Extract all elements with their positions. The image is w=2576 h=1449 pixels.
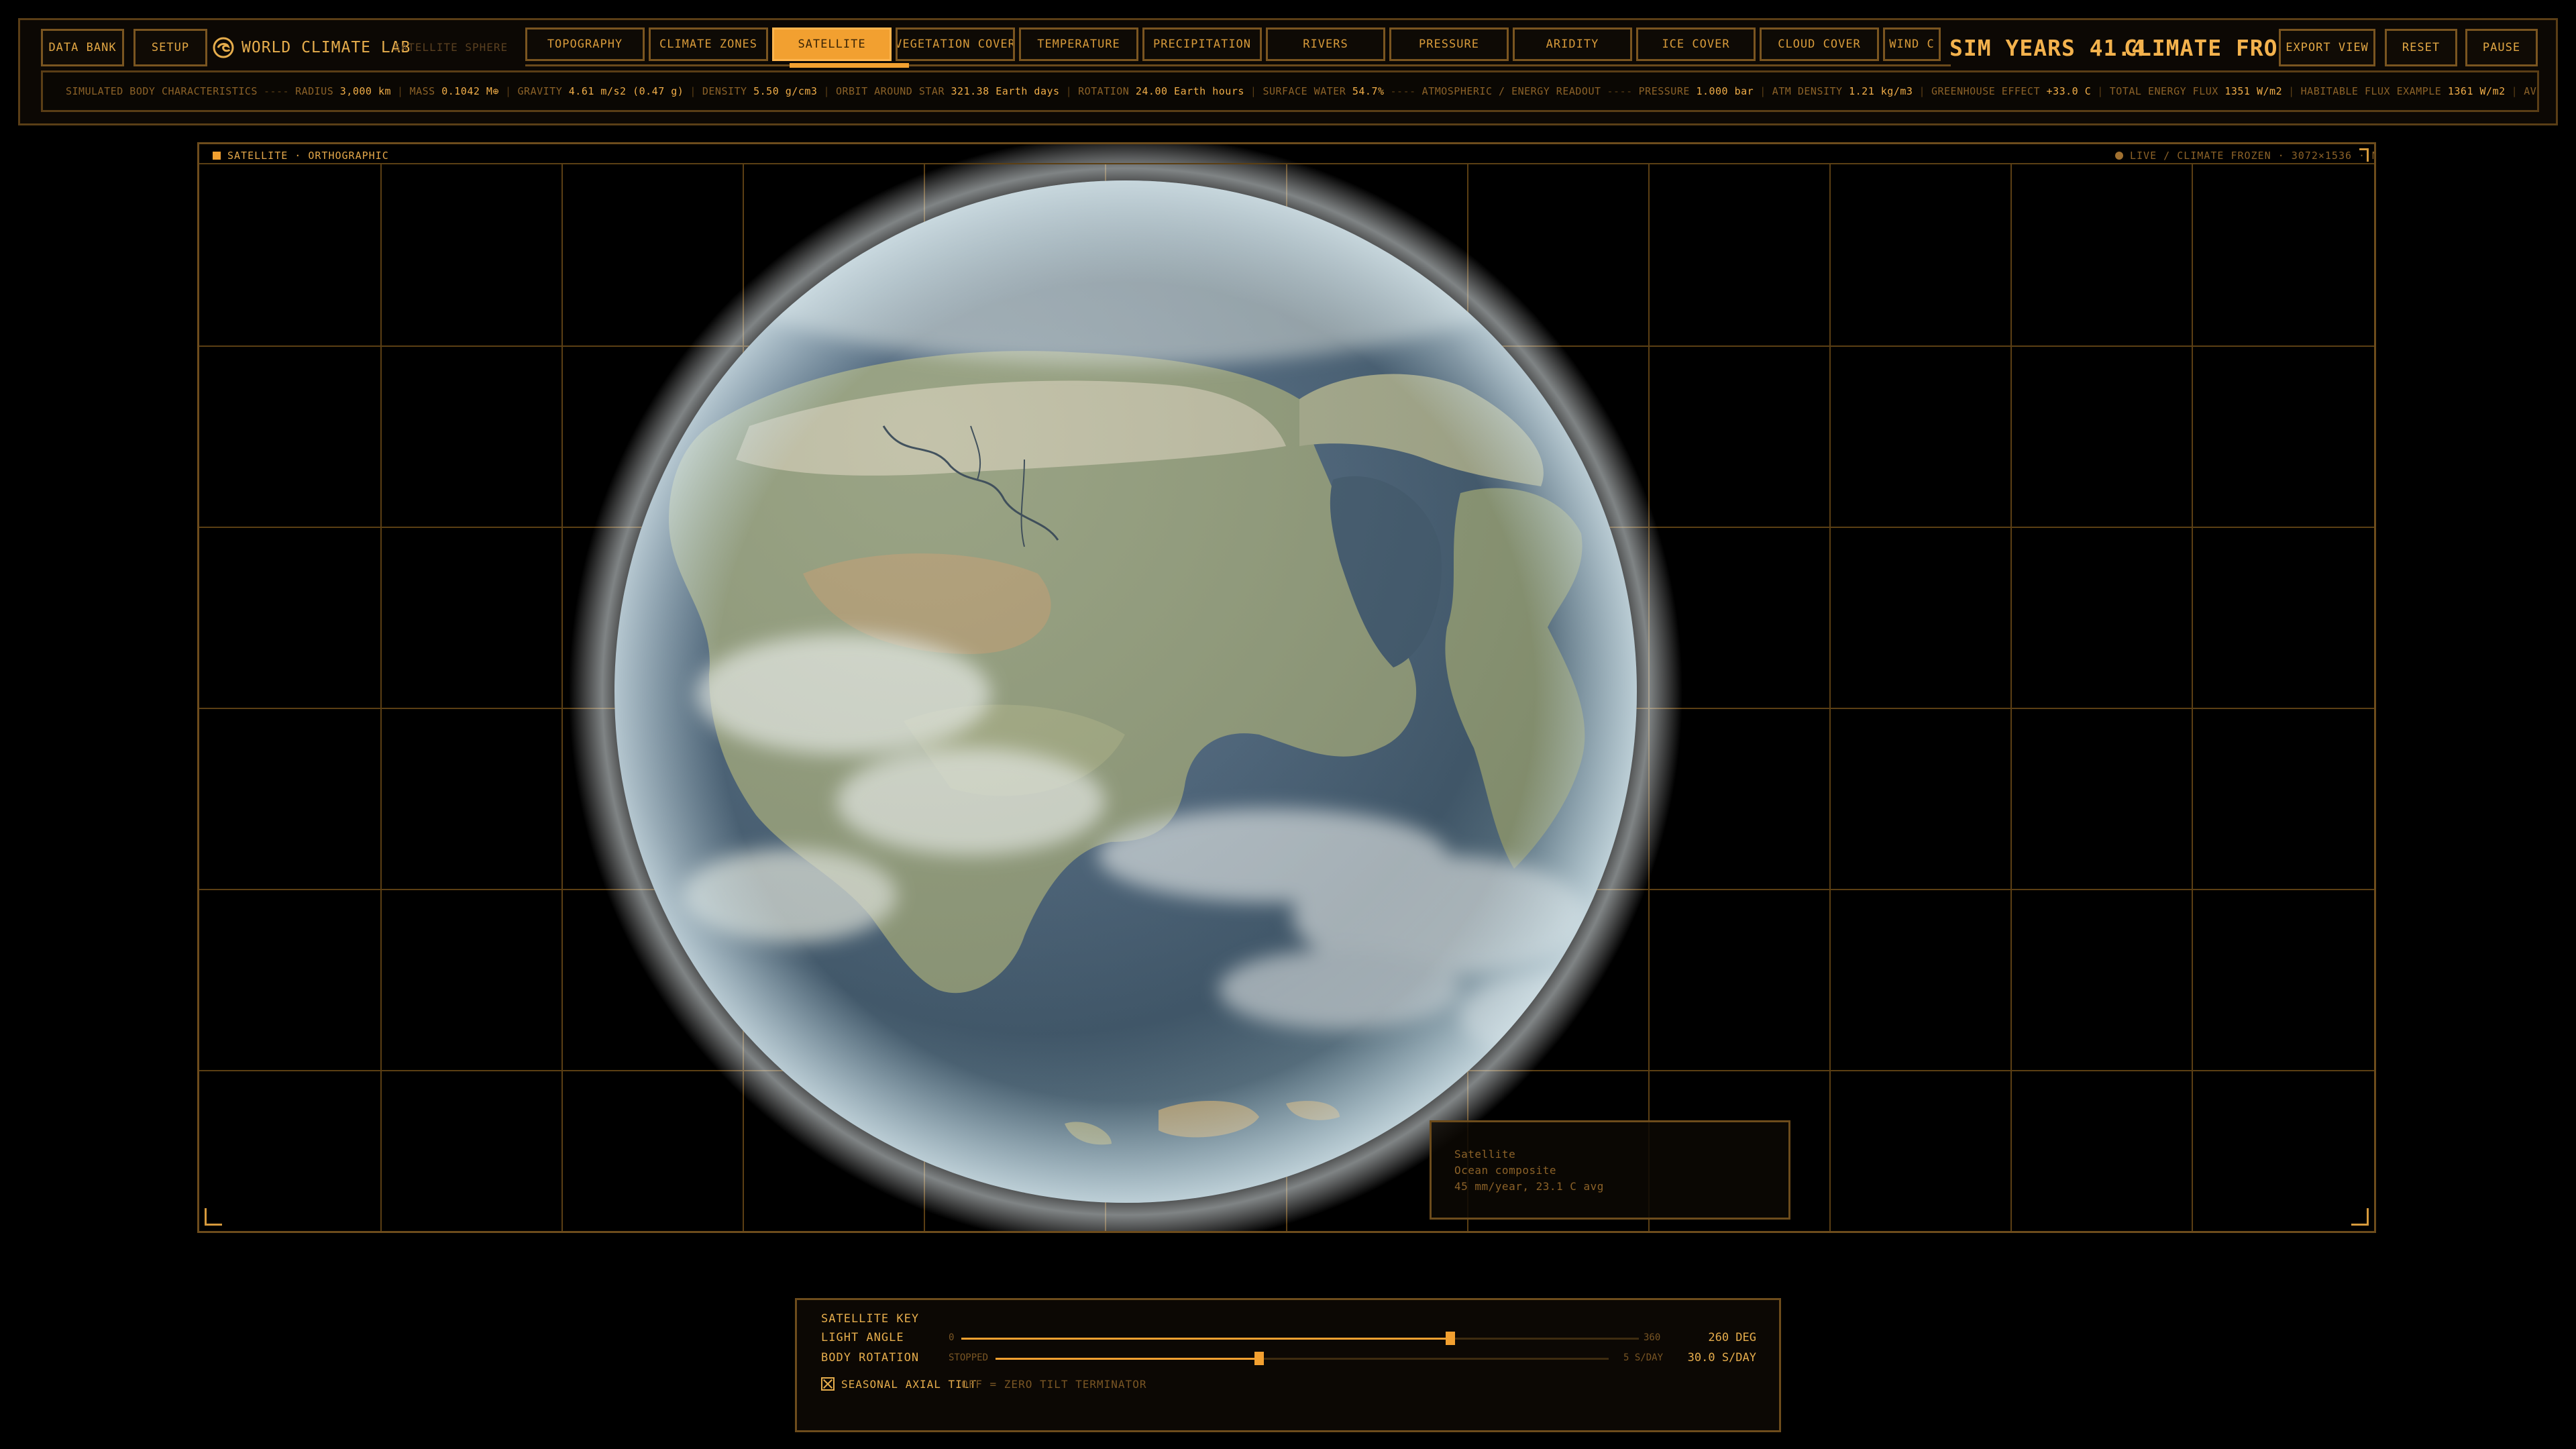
rotation-value: 24.00 Earth hours xyxy=(1135,85,1244,97)
light-angle-slider[interactable] xyxy=(961,1332,1639,1345)
habitable-flux-value: 1361 W/m2 xyxy=(2447,85,2506,97)
live-status-icon xyxy=(2115,152,2123,160)
energy-flux-label: TOTAL ENERGY FLUX xyxy=(2109,85,2218,97)
light-angle-value: 260 DEG xyxy=(1708,1331,1756,1344)
greenhouse-label: GREENHOUSE EFFECT xyxy=(1931,85,2040,97)
body-rotation-max: 5 S/DAY xyxy=(1623,1352,1664,1363)
tab-aridity[interactable]: ARIDITY xyxy=(1513,28,1632,61)
tab-precipitation[interactable]: PRECIPITATION xyxy=(1142,28,1262,61)
probe-info-box: Satellite Ocean composite 45 mm/year, 23… xyxy=(1430,1120,1790,1220)
corner-bracket-bottom-left xyxy=(205,1208,222,1226)
avg-temp-label: AVERAGE SURFACE TEMP xyxy=(2524,85,2537,97)
body-rotation-slider[interactable] xyxy=(996,1352,1609,1365)
surface-water-label: SURFACE WATER xyxy=(1263,85,1346,97)
radius-label: RADIUS xyxy=(295,85,334,97)
tab-topography[interactable]: TOPOGRAPHY xyxy=(525,28,645,61)
tab-pressure[interactable]: PRESSURE xyxy=(1389,28,1509,61)
data-bank-button[interactable]: DATA BANK xyxy=(41,29,124,66)
globe-swirl-icon xyxy=(213,37,234,58)
atm-density-value: 1.21 kg/m3 xyxy=(1849,85,1913,97)
tab-wind-c[interactable]: WIND C xyxy=(1883,28,1941,61)
pause-button[interactable]: PAUSE xyxy=(2465,29,2538,66)
corner-bracket-bottom-right xyxy=(2351,1208,2369,1226)
app-title: WORLD CLIMATE LAB xyxy=(241,39,411,56)
reset-button[interactable]: RESET xyxy=(2385,29,2457,66)
globe-limb xyxy=(614,180,1637,1203)
body-rotation-min: STOPPED xyxy=(949,1352,989,1363)
tab-temperature[interactable]: TEMPERATURE xyxy=(1019,28,1138,61)
orbit-value: 321.38 Earth days xyxy=(951,85,1060,97)
panel-title: SATELLITE KEY xyxy=(821,1312,920,1326)
stats-section-body: SIMULATED BODY CHARACTERISTICS xyxy=(66,85,258,97)
axial-tilt-state: OFF = ZERO TILT TERMINATOR xyxy=(961,1378,1147,1391)
gravity-label: GRAVITY xyxy=(517,85,563,97)
greenhouse-value: +33.0 C xyxy=(2046,85,2092,97)
mode-square-icon xyxy=(213,152,221,160)
tab-climate-zones[interactable]: CLIMATE ZONES xyxy=(649,28,768,61)
orbit-label: ORBIT AROUND STAR xyxy=(835,85,945,97)
tab-cloud-cover[interactable]: CLOUD COVER xyxy=(1760,28,1879,61)
density-value: 5.50 g/cm3 xyxy=(753,85,818,97)
body-rotation-fill xyxy=(996,1358,1260,1360)
stats-section-atmosphere: ATMOSPHERIC / ENERGY READOUT xyxy=(1421,85,1601,97)
body-rotation-label: BODY ROTATION xyxy=(821,1351,920,1364)
mass-label: MASS xyxy=(409,85,435,97)
tab-satellite[interactable]: SATELLITE xyxy=(772,28,892,61)
body-rotation-thumb[interactable] xyxy=(1254,1352,1265,1365)
tab-rail xyxy=(525,64,1951,66)
pressure-label: PRESSURE xyxy=(1638,85,1690,97)
tab-ice-cover[interactable]: ICE COVER xyxy=(1636,28,1756,61)
stats-readout: SIMULATED BODY CHARACTERISTICS ---- RADI… xyxy=(41,70,2539,112)
surface-water-value: 54.7% xyxy=(1352,85,1385,97)
satellite-key-panel: SATELLITE KEY LIGHT ANGLE 0 360 260 DEG … xyxy=(795,1298,1781,1432)
light-angle-label: LIGHT ANGLE xyxy=(821,1331,904,1344)
tab-vegetation-cover[interactable]: VEGETATION COVER xyxy=(896,28,1015,61)
light-angle-thumb[interactable] xyxy=(1446,1332,1456,1345)
density-label: DENSITY xyxy=(702,85,747,97)
light-angle-fill xyxy=(961,1338,1451,1340)
probe-line-2: 45 mm/year, 23.1 C avg xyxy=(1454,1180,1604,1193)
atm-density-label: ATM DENSITY xyxy=(1772,85,1843,97)
radius-value: 3,000 km xyxy=(339,85,392,97)
view-tag: SATELLITE SPHERE xyxy=(394,41,508,54)
mass-value: 0.1042 M⊕ xyxy=(441,85,499,97)
planet-globe[interactable] xyxy=(199,144,2376,1233)
light-angle-max: 360 xyxy=(1644,1332,1661,1343)
light-angle-min: 0 xyxy=(949,1332,955,1343)
setup-button[interactable]: SETUP xyxy=(133,29,207,66)
top-bar: DATA BANK SETUP WORLD CLIMATE LAB SATELL… xyxy=(18,18,2558,125)
probe-line-1: Ocean composite xyxy=(1454,1164,1556,1177)
habitable-flux-label: HABITABLE FLUX EXAMPLE xyxy=(2300,85,2442,97)
globe-viewport[interactable]: SATELLITE · ORTHOGRAPHIC LIVE / CLIMATE … xyxy=(197,142,2376,1233)
body-rotation-value: 30.0 S/DAY xyxy=(1687,1351,1756,1364)
energy-flux-value: 1351 W/m2 xyxy=(2224,85,2283,97)
axial-tilt-label: SEASONAL AXIAL TILT xyxy=(841,1378,977,1391)
sim-years-readout: SIM YEARS 41.4 xyxy=(1949,35,2146,61)
gravity-value: 4.61 m/s2 (0.47 g) xyxy=(568,85,684,97)
corner-bracket-top-right xyxy=(2359,148,2369,162)
active-tab-indicator xyxy=(790,63,909,68)
rotation-label: ROTATION xyxy=(1078,85,1130,97)
probe-title: Satellite xyxy=(1454,1148,1516,1161)
viewport-title: SATELLITE · ORTHOGRAPHIC xyxy=(227,150,389,162)
viewport-status: LIVE / CLIMATE FROZEN · 3072×1536 · MODE… xyxy=(2130,150,2374,162)
export-view-button[interactable]: EXPORT VIEW xyxy=(2279,29,2375,66)
pressure-value: 1.000 bar xyxy=(1696,85,1754,97)
axial-tilt-checkbox[interactable] xyxy=(821,1377,835,1391)
tab-rivers[interactable]: RIVERS xyxy=(1266,28,1385,61)
viewport-header: SATELLITE · ORTHOGRAPHIC LIVE / CLIMATE … xyxy=(199,144,2374,164)
